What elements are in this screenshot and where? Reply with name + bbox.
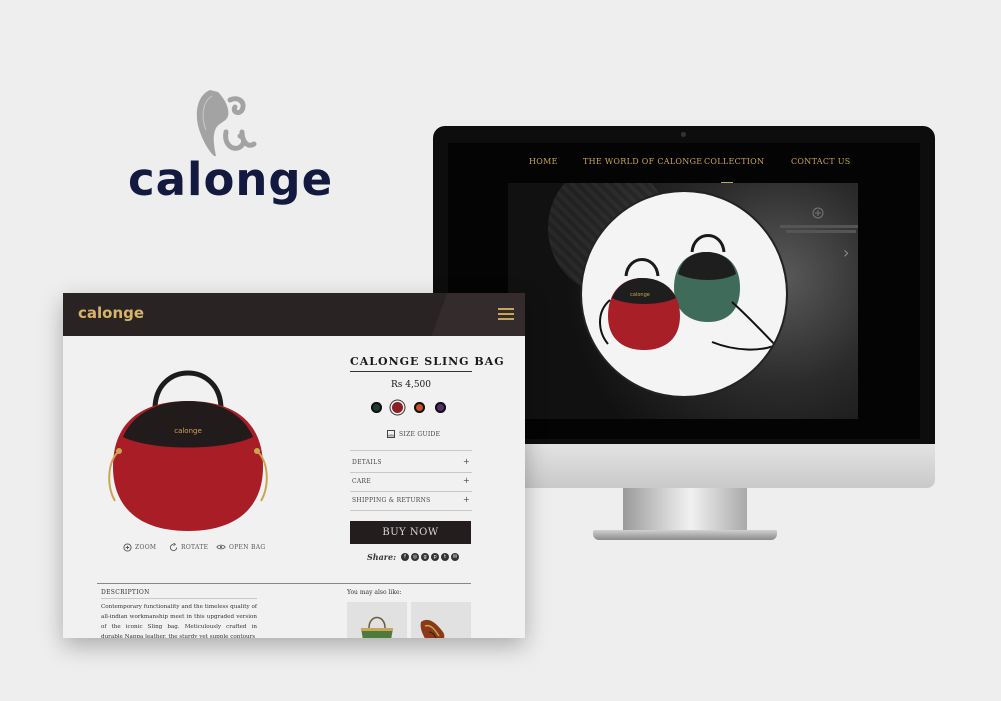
- share-row: Share: f ◎ g p t ✉: [367, 552, 460, 562]
- nav-home[interactable]: HOME: [529, 157, 558, 166]
- expand-plus-icon: +: [462, 457, 470, 466]
- swatch-red[interactable]: [392, 402, 403, 413]
- google-plus-icon[interactable]: g: [421, 553, 430, 561]
- elephant-logo-icon: [196, 90, 257, 156]
- accordion-shipping-label: SHIPPING & RETURNS: [352, 497, 431, 504]
- nav-contact-us[interactable]: CONTACT US: [791, 157, 851, 166]
- accordion-care-label: CARE: [352, 478, 372, 485]
- title-divider: [350, 371, 472, 372]
- product-image[interactable]: calonge: [103, 355, 273, 535]
- product-title: CALONGE SLING BAG: [350, 355, 505, 368]
- swatch-purple[interactable]: [435, 402, 446, 413]
- image-tools: ZOOM ROTATE OPEN BAG: [63, 543, 353, 557]
- rotate-icon: [169, 543, 178, 552]
- svg-text:calonge: calonge: [630, 292, 650, 298]
- accordion-shipping[interactable]: SHIPPING & RETURNS +: [352, 495, 470, 507]
- nav-world-of-calonge[interactable]: THE WORLD OF CALONGE: [583, 157, 702, 166]
- accordion-details[interactable]: DETAILS +: [352, 457, 470, 469]
- also-like-label: You may also like:: [347, 589, 402, 596]
- twitter-icon[interactable]: t: [441, 553, 450, 561]
- bag-pair-illustration: calonge: [599, 234, 783, 351]
- swatch-green[interactable]: [371, 402, 382, 413]
- facebook-icon[interactable]: f: [401, 553, 410, 561]
- email-icon[interactable]: ✉: [451, 553, 460, 561]
- accordion-care[interactable]: CARE +: [352, 476, 470, 488]
- description-heading: DESCRIPTION: [101, 589, 150, 596]
- rotate-tool[interactable]: ROTATE: [169, 543, 208, 552]
- description-text: Contemporary functionality and the timel…: [101, 604, 257, 638]
- chevron-right-icon[interactable]: ›: [843, 243, 849, 262]
- instagram-icon[interactable]: ◎: [411, 553, 420, 561]
- camera-dot: [681, 132, 686, 137]
- size-guide-link[interactable]: SIZE GUIDE: [387, 430, 440, 438]
- ruler-icon: [387, 430, 395, 438]
- open-bag-label: OPEN BAG: [229, 543, 266, 551]
- green-tote-image: [361, 616, 393, 638]
- accordion-details-label: DETAILS: [352, 459, 382, 466]
- recommended-product-thumb[interactable]: [411, 602, 471, 638]
- scarf-image: [420, 619, 445, 638]
- hero-caption: [776, 223, 858, 235]
- brand-wordmark: calonge: [128, 153, 334, 206]
- product-zoom-circle: calonge: [580, 190, 788, 398]
- page-header: calonge: [63, 293, 525, 336]
- zoom-tool[interactable]: ZOOM: [123, 543, 156, 552]
- svg-text:calonge: calonge: [174, 427, 202, 435]
- eye-icon: [216, 544, 226, 550]
- accordion-divider: [350, 450, 472, 451]
- header-logo[interactable]: calonge: [78, 304, 144, 322]
- plus-circle-icon[interactable]: [812, 207, 824, 219]
- accordion-divider: [350, 491, 472, 492]
- product-price: Rs 4,500: [390, 380, 432, 390]
- accordion-divider: [350, 510, 472, 511]
- pinterest-icon[interactable]: p: [431, 553, 440, 561]
- brand-logo: calonge: [128, 86, 334, 206]
- rotate-label: ROTATE: [181, 544, 209, 551]
- accordion-divider: [350, 472, 472, 473]
- monitor-foot: [593, 530, 777, 540]
- zoom-label: ZOOM: [135, 544, 157, 551]
- recommended-product-thumb[interactable]: [347, 602, 407, 638]
- swatch-orange[interactable]: [414, 402, 425, 413]
- description-heading-rule: [101, 598, 257, 599]
- site-navigation: HOME THE WORLD OF CALONGE COLLECTION CON…: [448, 157, 920, 183]
- product-page: calonge calonge ZOOM ROTATE OPEN BAG CAL…: [63, 293, 525, 638]
- expand-plus-icon: +: [462, 495, 470, 504]
- hamburger-icon[interactable]: [498, 308, 514, 320]
- zoom-plus-icon: [123, 543, 132, 552]
- expand-plus-icon: +: [462, 476, 470, 485]
- open-bag-tool[interactable]: OPEN BAG: [216, 543, 265, 551]
- size-guide-label: SIZE GUIDE: [399, 430, 441, 438]
- share-label: Share:: [367, 552, 397, 562]
- monitor-stand: [623, 488, 747, 532]
- description-divider: [97, 583, 471, 584]
- nav-collection[interactable]: COLLECTION: [704, 157, 764, 166]
- buy-now-button[interactable]: BUY NOW: [350, 521, 471, 544]
